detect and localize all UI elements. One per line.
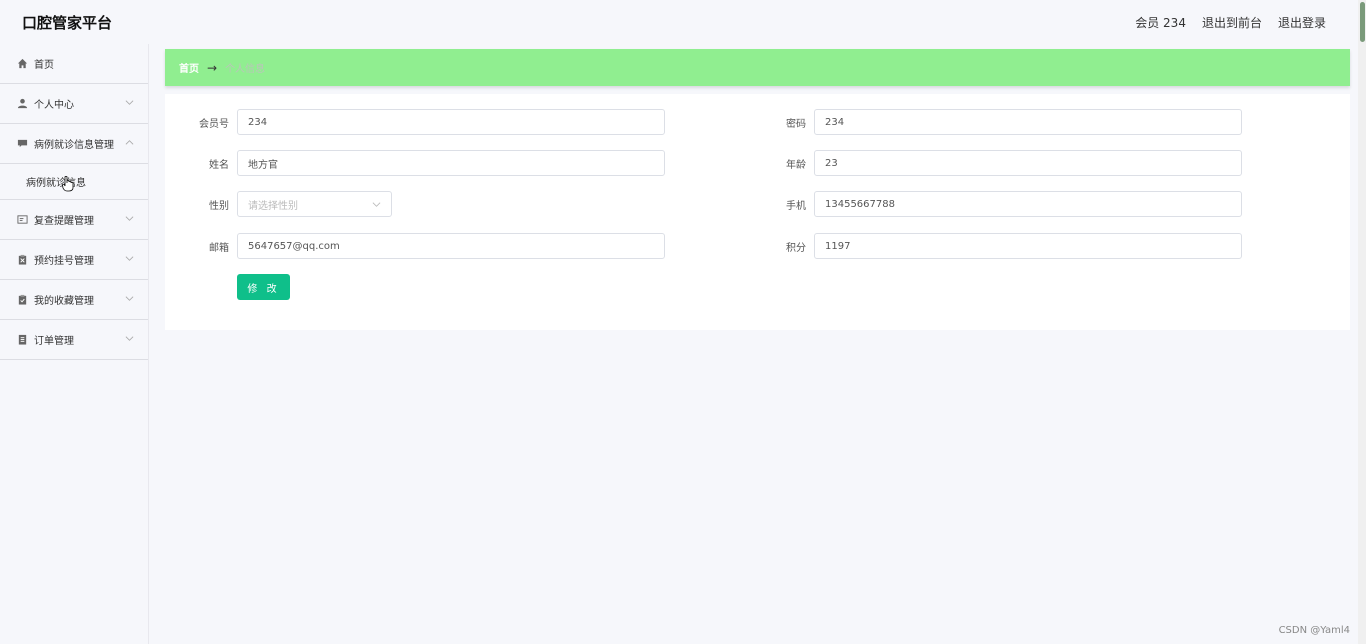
- points-field: 积分: [742, 233, 1242, 259]
- email-input[interactable]: [237, 233, 665, 259]
- member-no-label: 会员号: [199, 118, 229, 130]
- sidebar-item-label: 个人中心: [34, 100, 74, 111]
- top-header: 口腔管家平台 会员 234 退出到前台 退出登录: [0, 0, 1358, 44]
- sidebar-item-personal-center[interactable]: 个人中心: [0, 84, 148, 124]
- chat-icon: [16, 138, 28, 150]
- name-label: 姓名: [209, 159, 229, 171]
- gender-field: 性别 请选择性别: [165, 191, 392, 217]
- name-input[interactable]: [237, 150, 665, 176]
- header-actions: 会员 234 退出到前台 退出登录: [1135, 14, 1326, 31]
- sidebar-item-label: 订单管理: [34, 336, 74, 347]
- age-label: 年龄: [786, 159, 806, 171]
- chevron-down-icon: [125, 296, 134, 301]
- gender-select[interactable]: 请选择性别: [237, 191, 392, 217]
- age-input[interactable]: [814, 150, 1242, 176]
- password-label: 密码: [786, 118, 806, 130]
- app-title: 口腔管家平台: [22, 14, 113, 32]
- chevron-down-icon: [125, 216, 134, 221]
- phone-field: 手机: [742, 191, 1242, 217]
- update-button[interactable]: 修 改: [237, 274, 290, 300]
- sidebar-item-orders[interactable]: 订单管理: [0, 320, 148, 360]
- sidebar-item-label: 预约挂号管理: [34, 256, 94, 267]
- breadcrumb-home-link[interactable]: 首页: [179, 60, 199, 75]
- clipboard-icon: [16, 254, 28, 266]
- gender-label: 性别: [209, 200, 229, 212]
- points-label: 积分: [786, 242, 806, 254]
- scrollbar-thumb[interactable]: [1360, 2, 1365, 42]
- chevron-up-icon: [125, 140, 134, 145]
- email-label: 邮箱: [209, 242, 229, 254]
- sidebar-item-label: 我的收藏管理: [34, 296, 94, 307]
- member-no-input[interactable]: [237, 109, 665, 135]
- points-input[interactable]: [814, 233, 1242, 259]
- sidebar-item-appointment[interactable]: 预约挂号管理: [0, 240, 148, 280]
- clipboard-icon: [16, 294, 28, 306]
- chevron-down-icon: [372, 201, 381, 207]
- sidebar-item-label: 首页: [34, 60, 54, 71]
- scrollbar[interactable]: [1358, 0, 1366, 644]
- profile-form: 会员号 密码 姓名 年龄 性别 请选择性别 手机 邮箱 积分 修 改: [165, 94, 1350, 330]
- member-no-field: 会员号: [165, 109, 665, 135]
- card-icon: [16, 214, 28, 226]
- sidebar-item-label: 复查提醒管理: [34, 216, 94, 227]
- email-field: 邮箱: [165, 233, 665, 259]
- breadcrumb: 首页 → 个人信息: [165, 49, 1350, 86]
- breadcrumb-arrow: →: [207, 60, 218, 75]
- age-field: 年龄: [742, 150, 1242, 176]
- user-icon: [16, 98, 28, 110]
- hand-cursor-icon: [62, 176, 74, 192]
- password-field: 密码: [742, 109, 1242, 135]
- submenu-item-label: 病例就诊信息: [26, 178, 86, 189]
- submenu-item-case-info[interactable]: 病例就诊信息: [0, 164, 148, 200]
- chevron-down-icon: [125, 256, 134, 261]
- doc-icon: [16, 334, 28, 346]
- sidebar-item-label: 病例就诊信息管理: [34, 140, 114, 151]
- user-label: 会员 234: [1135, 16, 1186, 30]
- home-icon: [16, 58, 28, 70]
- exit-to-frontend-link[interactable]: 退出到前台: [1202, 14, 1262, 31]
- password-input[interactable]: [814, 109, 1242, 135]
- sidebar-item-home[interactable]: 首页: [0, 44, 148, 84]
- chevron-down-icon: [125, 100, 134, 105]
- logout-link[interactable]: 退出登录: [1278, 14, 1326, 31]
- phone-input[interactable]: [814, 191, 1242, 217]
- sidebar-item-recheck-reminder[interactable]: 复查提醒管理: [0, 200, 148, 240]
- name-field: 姓名: [165, 150, 665, 176]
- sidebar-item-favorites[interactable]: 我的收藏管理: [0, 280, 148, 320]
- sidebar: 首页 个人中心 病例就诊信息管理 病例就诊信息 复查提醒管理 预约挂号管理 我的…: [0, 44, 149, 644]
- watermark: CSDN @Yaml4: [1278, 625, 1350, 636]
- phone-label: 手机: [786, 200, 806, 212]
- gender-placeholder: 请选择性别: [248, 200, 298, 212]
- chevron-down-icon: [125, 336, 134, 341]
- sidebar-item-case-management[interactable]: 病例就诊信息管理: [0, 124, 148, 164]
- breadcrumb-current: 个人信息: [225, 64, 266, 75]
